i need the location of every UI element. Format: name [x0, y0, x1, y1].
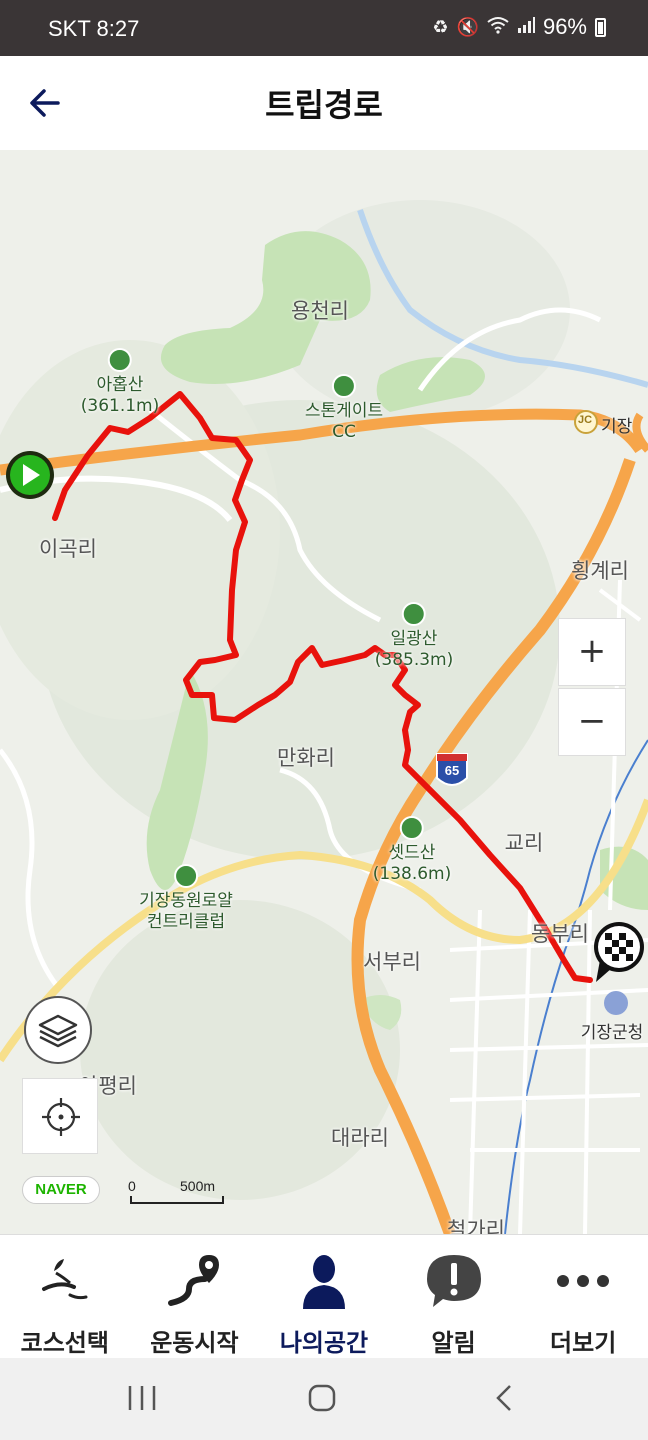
place-label: 기장군청 [580, 1023, 644, 1043]
scale-zero: 0 [128, 1178, 136, 1194]
course-select-icon [41, 1259, 88, 1300]
mountain-icon [400, 816, 424, 840]
battery-percent: 96% [542, 14, 587, 39]
poi-stonegate-cc: 스톤게이트 CC [305, 374, 383, 443]
tab-start-workout[interactable]: 운동시작 [130, 1235, 260, 1359]
naver-logo: NAVER [22, 1176, 100, 1204]
tab-label: 코스선택 [20, 1329, 109, 1357]
current-location-button[interactable] [22, 1078, 98, 1154]
place-label: 대라리 [331, 1126, 389, 1150]
scale-max: 500m [180, 1178, 216, 1194]
poi-label: 셋드산 (138.6m) [372, 843, 452, 884]
mountain-icon [402, 602, 426, 626]
status-right: ♻ 🔇 96% [432, 14, 606, 40]
tab-more[interactable]: 더보기 [518, 1235, 648, 1359]
more-dots-icon [557, 1275, 610, 1287]
place-label: 만화리 [277, 746, 335, 770]
junction-label: 기장 [601, 417, 633, 437]
bottom-nav: 코스선택 운동시작 나의공간 알림 더보기 [0, 1234, 648, 1359]
poi-label: 스톤게이트 CC [304, 401, 384, 442]
golf-icon [331, 374, 356, 398]
person-icon [302, 1255, 345, 1309]
app-bar: 트립경로 [0, 56, 648, 150]
home-button[interactable] [302, 1382, 342, 1414]
zoom-in-button[interactable]: + [558, 618, 626, 686]
page-title: 트립경로 [265, 86, 383, 124]
recent-apps-button[interactable] [122, 1382, 162, 1414]
layers-icon [38, 1014, 78, 1048]
system-back-button[interactable] [484, 1382, 524, 1414]
map-scale: 0 500m [124, 1178, 234, 1208]
poi-label: 기장동원로얄 컨트리클럽 [139, 891, 233, 932]
mountain-icon [108, 348, 132, 372]
status-bar: SKT 8:27 ♻ 🔇 96% [0, 0, 648, 56]
place-label: 서부리 [363, 950, 421, 974]
highway-number: 65 [444, 763, 460, 778]
place-label: 이곡리 [39, 537, 97, 561]
tab-my-space[interactable]: 나의공간 [259, 1235, 389, 1359]
tab-label: 알림 [431, 1329, 476, 1357]
data-saver-icon: ♻ [432, 16, 449, 37]
signal-icon [517, 16, 535, 39]
clock: 8:27 [96, 16, 140, 41]
wifi-icon [487, 16, 509, 39]
carrier: SKT [48, 16, 91, 41]
local-road [0, 748, 62, 992]
zoom-out-button[interactable]: − [558, 688, 626, 756]
finish-marker [594, 922, 644, 982]
poi-setdeusan: 셋드산 (138.6m) [372, 816, 452, 885]
crosshair-icon [42, 1098, 80, 1136]
poi-golf-club: 기장동원로얄 컨트리클럽 [139, 864, 233, 933]
alert-bubble-icon [426, 1255, 481, 1307]
government-office-icon [604, 991, 628, 1015]
poi-ahopsan: 아홉산 (361.1m) [80, 348, 160, 417]
tab-alerts[interactable]: 알림 [389, 1235, 519, 1359]
place-label: 철가리 [447, 1218, 505, 1234]
system-nav-bar [0, 1358, 648, 1440]
map-layers-button[interactable] [24, 996, 92, 1064]
poi-label: 일광산 (385.3m) [374, 629, 454, 670]
place-label: 횡계리 [571, 559, 629, 583]
home-icon [308, 1384, 336, 1412]
scale-bar [130, 1196, 224, 1204]
tab-label: 나의공간 [279, 1329, 369, 1357]
place-label: 교리 [504, 831, 544, 855]
golf-icon [174, 864, 198, 888]
poi-label: 아홉산 (361.1m) [80, 375, 160, 416]
mute-icon: 🔇 [456, 16, 479, 37]
tab-course-select[interactable]: 코스선택 [0, 1235, 130, 1359]
back-icon [496, 1385, 511, 1411]
tab-label: 운동시작 [150, 1329, 239, 1357]
place-label: 동부리 [531, 922, 589, 946]
route-pin-icon [168, 1255, 220, 1306]
poi-ilgwangsan: 일광산 (385.3m) [374, 602, 454, 671]
tab-label: 더보기 [550, 1329, 617, 1357]
map-view[interactable]: 용천리 이곡리 횡계리 만화리 교리 동부리 서부리 기장군청 아평리 대라리 … [0, 150, 648, 1234]
junction-badge-label: JC [578, 414, 593, 426]
start-marker [6, 451, 54, 499]
battery-icon [595, 17, 606, 37]
status-left: SKT 8:27 [48, 16, 139, 42]
place-label: 용천리 [291, 299, 349, 323]
recent-apps-icon [128, 1386, 156, 1410]
